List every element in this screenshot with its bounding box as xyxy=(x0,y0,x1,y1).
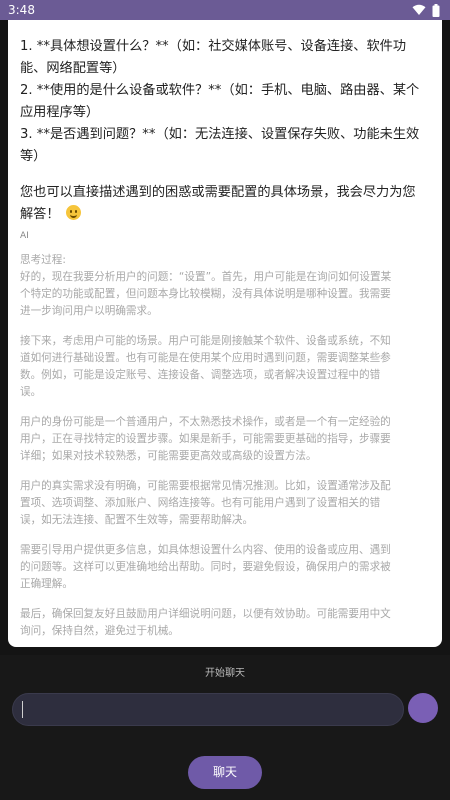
thinking-paragraph: 最后，确保回复友好且鼓励用户详细说明问题，以便有效协助。可能需要用中文 询问，保持… xyxy=(20,608,391,637)
ai-reply-list: 1. **具体想设置什么？**（如：社交媒体账号、设备连接、软件功 能、网络配置… xyxy=(20,36,430,168)
reply-line: 3. **是否遇到问题？**（如：无法连接、设置保存失败、功能未生效 xyxy=(20,127,420,142)
smiling-face-icon xyxy=(65,205,81,220)
chat-footer: 开始聊天 聊天 xyxy=(0,655,450,800)
thinking-paragraph: 好的，现在我要分析用户的问题：“设置”。首先，用户可能是在询问如何设置某 个特定的… xyxy=(20,271,392,317)
chat-message-card: 1. **具体想设置什么？**（如：社交媒体账号、设备连接、软件功 能、网络配置… xyxy=(8,20,442,647)
reply-line: 等） xyxy=(20,149,47,164)
status-bar: 3:48 xyxy=(0,0,450,20)
send-button[interactable] xyxy=(408,693,438,723)
battery-icon xyxy=(432,3,440,17)
thinking-paragraph: 接下来，考虑用户可能的场景。用户可能是刚接触某个软件、设备或系统，不知 道如何进行… xyxy=(20,335,391,398)
ai-reply-closing: 您也可以直接描述遇到的困惑或需要配置的具体场景，我会尽力为您 解答！ xyxy=(20,182,430,226)
message-input[interactable] xyxy=(13,694,403,725)
thinking-process: 思考过程: 好的，现在我要分析用户的问题：“设置”。首先，用户可能是在询问如何设… xyxy=(20,252,430,640)
thinking-title: 思考过程: xyxy=(20,254,66,266)
thinking-paragraph: 用户的身份可能是一个普通用户，不太熟悉技术操作，或者是一个有一定经验的 用户，正在… xyxy=(20,416,391,462)
start-chat-label: 开始聊天 xyxy=(205,668,245,679)
reply-line: 2. **使用的是什么设备或软件？**（如：手机、电脑、路由器、某个 xyxy=(20,83,420,98)
sender-label: AI xyxy=(20,231,29,241)
reply-line: 1. **具体想设置什么？**（如：社交媒体账号、设备连接、软件功 xyxy=(20,39,407,54)
message-input-wrapper[interactable] xyxy=(12,693,404,726)
chat-button[interactable]: 聊天 xyxy=(188,756,262,789)
wifi-icon xyxy=(412,4,426,15)
reply-line: 解答！ xyxy=(20,204,430,226)
status-time: 3:48 xyxy=(8,3,35,17)
reply-line: 您也可以直接描述遇到的困惑或需要配置的具体场景，我会尽力为您 xyxy=(20,185,416,200)
text-caret xyxy=(22,701,23,718)
reply-line: 应用程序等） xyxy=(20,105,100,120)
thinking-paragraph: 需要引导用户提供更多信息，如具体想设置什么内容、使用的设备或应用、遇到 的问题等。… xyxy=(20,544,391,590)
thinking-paragraph: 用户的真实需求没有明确，可能需要根据常见情况推测。比如，设置通常涉及配 置项、选项… xyxy=(20,480,391,526)
reply-line: 能、网络配置等） xyxy=(20,61,126,76)
status-icons xyxy=(412,3,440,17)
